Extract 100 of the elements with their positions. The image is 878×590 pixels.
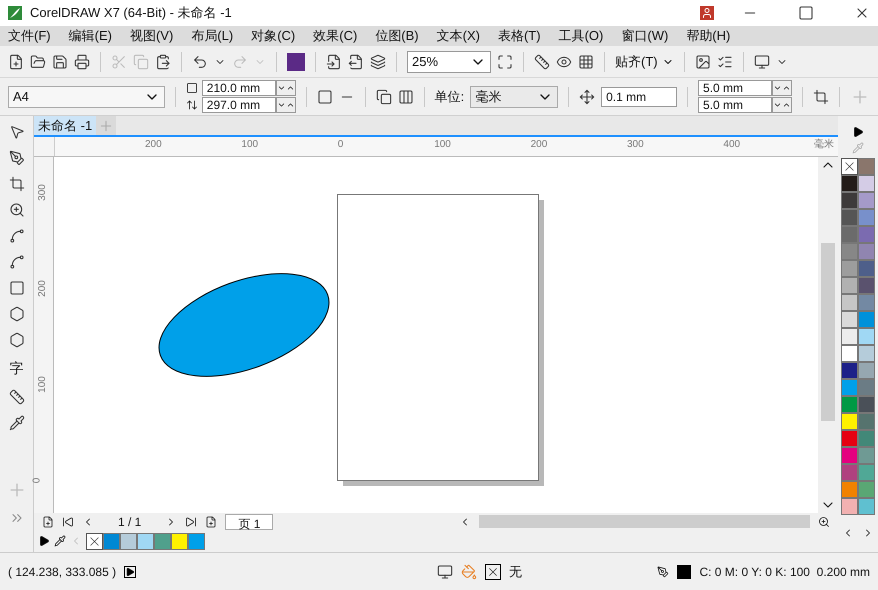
spin-icon[interactable] [276,80,296,96]
menu-item[interactable]: 位图(B) [375,26,419,46]
artistic-media-icon[interactable] [8,254,24,270]
color-swatch[interactable] [120,532,137,550]
paste-icon[interactable] [155,54,171,70]
color-swatch[interactable] [858,362,875,379]
flyout-icon[interactable] [852,126,864,138]
units-select[interactable]: 毫米 [470,86,558,108]
menu-item[interactable]: 帮助(H) [686,26,730,46]
color-swatch[interactable] [841,209,858,226]
flyout-icon[interactable] [38,535,50,547]
color-swatch[interactable] [841,481,858,498]
height-icon[interactable] [186,99,198,111]
color-swatch[interactable] [858,277,875,294]
color-swatch[interactable] [841,226,858,243]
undo-icon[interactable] [192,54,208,70]
pen-icon[interactable] [657,566,670,578]
color-swatch[interactable] [858,481,875,498]
color-swatch[interactable] [841,243,858,260]
crop-tool-icon[interactable] [8,176,24,192]
current-page-icon[interactable] [398,88,414,104]
color-swatch[interactable] [841,447,858,464]
pick-tool-icon[interactable] [8,124,24,140]
color-swatch[interactable] [841,430,858,447]
add-page-icon[interactable] [42,516,54,528]
application-icon[interactable] [754,54,770,70]
color-swatch[interactable] [858,226,875,243]
menu-item[interactable]: 表格(T) [498,26,541,46]
color-swatch[interactable] [858,175,875,192]
color-swatch[interactable] [841,362,858,379]
open-icon[interactable] [30,54,46,70]
color-swatch[interactable] [171,532,188,550]
width-field[interactable]: 210.0 mm [202,80,276,96]
zoom-combobox[interactable]: 25% [407,50,491,72]
menu-item[interactable]: 工具(O) [558,26,604,46]
zoom-tool-icon[interactable] [8,202,24,218]
polygon-tool-icon[interactable] [8,306,24,322]
color-swatch[interactable] [858,158,875,175]
document-tab[interactable]: 未命名 -1 [34,116,96,135]
color-swatch[interactable] [841,277,858,294]
shape-tool-icon[interactable] [8,150,24,166]
new-document-icon[interactable] [8,54,24,70]
color-swatch[interactable] [858,379,875,396]
color-swatch[interactable] [858,430,875,447]
color-swatch[interactable] [858,328,875,345]
page-border-icon[interactable] [813,88,829,104]
color-swatch[interactable] [137,532,154,550]
color-swatch[interactable] [858,413,875,430]
user-icon[interactable] [700,6,714,20]
eyedropper-icon[interactable] [54,535,66,547]
height-field[interactable]: 297.0 mm [202,97,276,113]
nudge-field[interactable]: 0.1 mm [601,86,678,106]
menu-item[interactable]: 视图(V) [130,26,174,46]
color-swatch[interactable] [858,498,875,515]
zoom-fit-icon[interactable] [497,54,513,70]
portrait-icon[interactable] [316,88,333,104]
color-swatch[interactable] [841,192,858,209]
rulers-icon[interactable] [534,54,550,70]
color-swatch[interactable] [858,447,875,464]
color-swatch[interactable] [188,532,205,550]
no-color-swatch[interactable] [841,158,858,175]
spin-icon[interactable] [772,97,792,113]
color-swatch[interactable] [841,311,858,328]
last-page-icon[interactable] [185,516,198,528]
color-swatch[interactable] [841,396,858,413]
scrollbar-thumb[interactable] [821,243,835,421]
play-icon[interactable] [124,566,136,578]
spin-icon[interactable] [276,97,296,113]
save-icon[interactable] [52,54,68,70]
menu-item[interactable]: 文件(F) [8,26,51,46]
first-page-icon[interactable] [62,516,74,528]
print-icon[interactable] [74,54,90,70]
color-swatch[interactable] [841,175,858,192]
color-swatch[interactable] [858,192,875,209]
color-swatch[interactable] [103,532,120,550]
rectangle-tool-icon[interactable] [8,280,24,296]
color-swatch[interactable] [858,311,875,328]
color-swatch[interactable] [841,328,858,345]
color-swatch[interactable] [858,464,875,481]
scrollbar-thumb[interactable] [479,515,810,528]
page-size-select[interactable]: A4 [8,86,165,108]
menu-item[interactable]: 编辑(E) [68,26,112,46]
menu-item[interactable]: 对象(C) [251,26,296,46]
color-swatch[interactable] [858,260,875,277]
no-color-swatch[interactable] [86,532,103,550]
color-swatch[interactable] [858,294,875,311]
duplicate-y-field[interactable]: 5.0 mm [698,97,772,113]
export-icon[interactable] [348,54,364,70]
color-swatch[interactable] [841,464,858,481]
zoom-navigator-icon[interactable] [818,516,830,528]
color-swatch[interactable] [841,294,858,311]
text-tool-icon[interactable]: 字 [10,358,24,379]
color-swatch[interactable] [841,345,858,362]
bitmap-icon[interactable] [694,54,711,70]
menu-item[interactable]: 文本(X) [436,26,480,46]
guidelines-icon[interactable] [578,54,594,70]
menu-item[interactable]: 布局(L) [191,26,234,46]
import-icon[interactable] [326,54,342,70]
snap-button[interactable]: 贴齐(T) [615,52,674,72]
duplicate-x-field[interactable]: 5.0 mm [698,80,772,96]
